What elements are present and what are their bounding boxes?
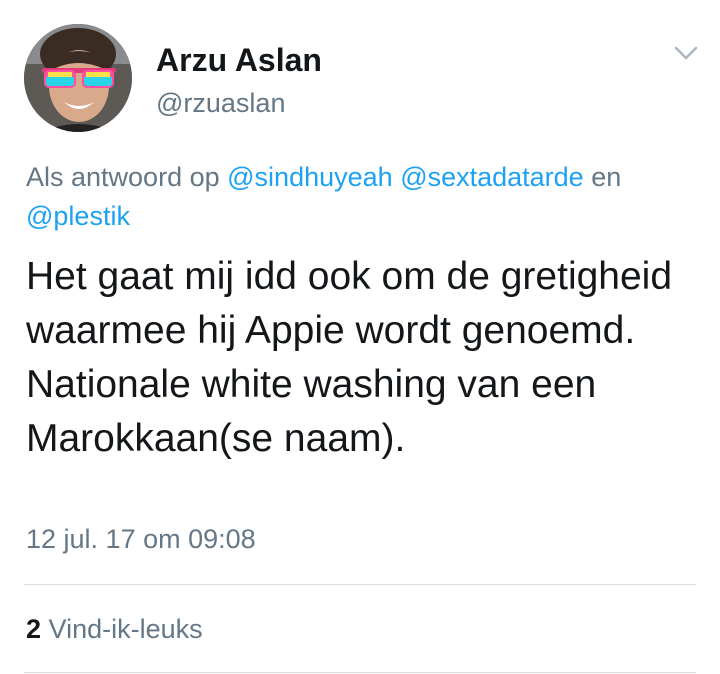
mention-link[interactable]: @plestik [26, 201, 130, 231]
likes-stat[interactable]: 2 Vind-ik-leuks [26, 614, 203, 645]
reply-prefix: Als antwoord op [26, 162, 220, 192]
avatar[interactable] [24, 24, 132, 132]
reply-context: Als antwoord op @sindhuyeah @sextadatard… [26, 158, 696, 236]
tweet-timestamp[interactable]: 12 jul. 17 om 09:08 [26, 524, 256, 555]
avatar-image [24, 24, 132, 132]
reply-joiner: en [591, 162, 622, 192]
chevron-down-icon[interactable] [670, 40, 702, 66]
mention-link[interactable]: @sextadatarde [400, 162, 584, 192]
divider [24, 672, 696, 673]
tweet-detail: Arzu Aslan @rzuaslan Als antwoord op @si… [0, 0, 720, 674]
divider [24, 584, 696, 585]
user-handle[interactable]: @rzuaslan [156, 88, 285, 119]
likes-label: Vind-ik-leuks [48, 614, 203, 644]
tweet-text: Het gaat mij idd ook om de gretigheid wa… [26, 255, 673, 460]
mention-link[interactable]: @sindhuyeah [227, 162, 393, 192]
display-name[interactable]: Arzu Aslan [156, 42, 322, 79]
likes-count: 2 [26, 614, 42, 644]
